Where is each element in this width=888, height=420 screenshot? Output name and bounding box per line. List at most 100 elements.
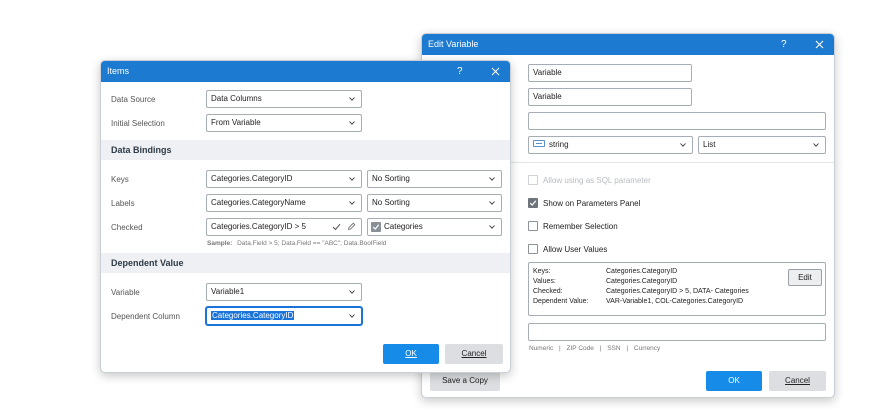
allow-user-values-label: Allow User Values	[543, 245, 608, 254]
chevron-down-icon	[349, 290, 355, 294]
keys-sort-select[interactable]: No Sorting	[367, 170, 502, 188]
variable-type-value: string	[549, 140, 569, 149]
dependent-column-select[interactable]: Categories.CategoryID	[206, 307, 362, 325]
sample-label: Sample:	[207, 240, 233, 247]
cancel-button[interactable]: Cancel	[769, 371, 826, 391]
chevron-down-icon	[489, 225, 495, 229]
mask-hint-separator: |	[599, 345, 602, 352]
data-source-value: Data Columns	[211, 94, 262, 103]
summary-value: VAR-Variable1, COL-Categories.CategoryID	[606, 298, 744, 305]
mask-hint-numeric[interactable]: Numeric	[529, 345, 553, 352]
show-on-panel-checkbox[interactable]	[528, 198, 538, 208]
keys-sort-value: No Sorting	[372, 174, 410, 183]
close-icon[interactable]	[490, 61, 502, 82]
items-title: Items	[107, 66, 130, 76]
variable-label: Variable	[111, 288, 140, 297]
mask-hint-currency[interactable]: Currency	[634, 345, 660, 352]
items-summary-box: Keys: Values: Checked: Dependent Value: …	[528, 262, 826, 316]
summary-value: Categories.CategoryID	[606, 268, 678, 275]
chevron-down-icon	[349, 201, 355, 205]
sql-parameter-label: Allow using as SQL parameter	[543, 176, 651, 185]
variable-description-field[interactable]	[528, 112, 826, 130]
show-on-panel-label: Show on Parameters Panel	[543, 199, 641, 208]
edit-variable-title: Edit Variable	[428, 39, 479, 49]
string-type-icon	[533, 140, 545, 148]
summary-value: Categories.CategoryID	[606, 278, 678, 285]
mask-hint-separator: |	[626, 345, 629, 352]
checked-column-value: Categories	[384, 222, 423, 231]
summary-keys-column: Keys: Values: Checked: Dependent Value:	[533, 267, 589, 307]
help-icon[interactable]: ?	[457, 61, 463, 82]
edit-items-button[interactable]: Edit	[788, 269, 822, 286]
labels-value: Categories.CategoryName	[211, 198, 306, 207]
input-mask-field[interactable]	[528, 323, 826, 341]
variable-kind-value: List	[703, 140, 716, 149]
checked-label: Checked	[111, 223, 143, 232]
dependent-column-label: Dependent Column	[111, 312, 180, 321]
labels-label: Labels	[111, 199, 135, 208]
dependent-value-header: Dependent Value	[101, 253, 510, 273]
summary-key: Values:	[533, 278, 556, 285]
checkmark-icon	[372, 224, 380, 230]
ok-button[interactable]: OK	[383, 344, 439, 364]
chevron-down-icon	[813, 143, 819, 147]
save-copy-button[interactable]: Save a Copy	[430, 371, 500, 391]
checked-value: Categories.CategoryID > 5	[211, 222, 306, 231]
remember-selection-label: Remember Selection	[543, 222, 618, 231]
keys-select[interactable]: Categories.CategoryID	[206, 170, 362, 188]
labels-sort-select[interactable]: No Sorting	[367, 194, 502, 212]
chevron-down-icon	[349, 97, 355, 101]
mask-hint-zip[interactable]: ZIP Code	[567, 345, 594, 352]
chevron-down-icon	[349, 177, 355, 181]
summary-value: Categories.CategoryID > 5, DATA- Categor…	[606, 288, 749, 295]
mask-hints: Numeric | ZIP Code | SSN | Currency	[529, 345, 660, 352]
variable-select[interactable]: Variable1	[206, 283, 362, 301]
checked-column-checkbox[interactable]	[371, 222, 381, 232]
summary-key: Keys:	[533, 268, 551, 275]
chevron-down-icon	[489, 201, 495, 205]
edit-variable-titlebar[interactable]: Edit Variable	[422, 34, 834, 55]
items-titlebar[interactable]: Items	[101, 61, 510, 82]
labels-select[interactable]: Categories.CategoryName	[206, 194, 362, 212]
checked-expression-field[interactable]: Categories.CategoryID > 5	[206, 218, 362, 236]
data-source-label: Data Source	[111, 95, 156, 104]
variable-value: Variable1	[211, 287, 245, 296]
remember-selection-checkbox[interactable]	[528, 221, 538, 231]
sample-text: Data.Field > 5; Data.Field == "ABC"; Dat…	[237, 240, 387, 247]
chevron-down-icon	[349, 121, 355, 125]
close-icon[interactable]	[814, 34, 826, 55]
initial-selection-label: Initial Selection	[111, 119, 165, 128]
chevron-down-icon	[349, 314, 355, 318]
divider	[502, 162, 834, 163]
summary-key: Checked:	[533, 288, 563, 295]
variable-kind-select[interactable]: List	[698, 136, 826, 154]
cancel-button[interactable]: Cancel	[445, 344, 503, 364]
initial-selection-select[interactable]: From Variable	[206, 114, 362, 132]
items-dialog: Items ? Data Source Data Columns Initial…	[100, 60, 511, 373]
initial-selection-value: From Variable	[211, 118, 261, 127]
variable-type-select[interactable]: string	[528, 136, 693, 154]
checkmark-icon	[529, 200, 537, 206]
summary-key: Dependent Value:	[533, 298, 589, 305]
labels-sort-value: No Sorting	[372, 198, 410, 207]
chevron-down-icon	[680, 143, 686, 147]
mask-hint-separator: |	[559, 345, 561, 352]
checked-sample-hint: Sample: Data.Field > 5; Data.Field == "A…	[207, 240, 386, 247]
check-icon[interactable]	[332, 223, 341, 231]
ok-button[interactable]: OK	[706, 371, 762, 391]
dependent-column-value: Categories.CategoryID	[211, 311, 295, 320]
data-source-select[interactable]: Data Columns	[206, 90, 362, 108]
mask-hint-ssn[interactable]: SSN	[607, 345, 620, 352]
checked-column-select[interactable]: Categories	[367, 218, 502, 236]
pencil-icon[interactable]	[347, 222, 356, 231]
data-bindings-header: Data Bindings	[101, 140, 510, 160]
variable-alias-field[interactable]: Variable	[528, 88, 692, 106]
chevron-down-icon	[489, 177, 495, 181]
keys-value: Categories.CategoryID	[211, 174, 293, 183]
keys-label: Keys	[111, 175, 129, 184]
sql-parameter-checkbox[interactable]	[528, 175, 538, 185]
allow-user-values-checkbox[interactable]	[528, 244, 538, 254]
help-icon[interactable]: ?	[781, 34, 787, 55]
variable-name-field[interactable]: Variable	[528, 64, 692, 82]
summary-values-column: Categories.CategoryID Categories.Categor…	[606, 267, 749, 307]
